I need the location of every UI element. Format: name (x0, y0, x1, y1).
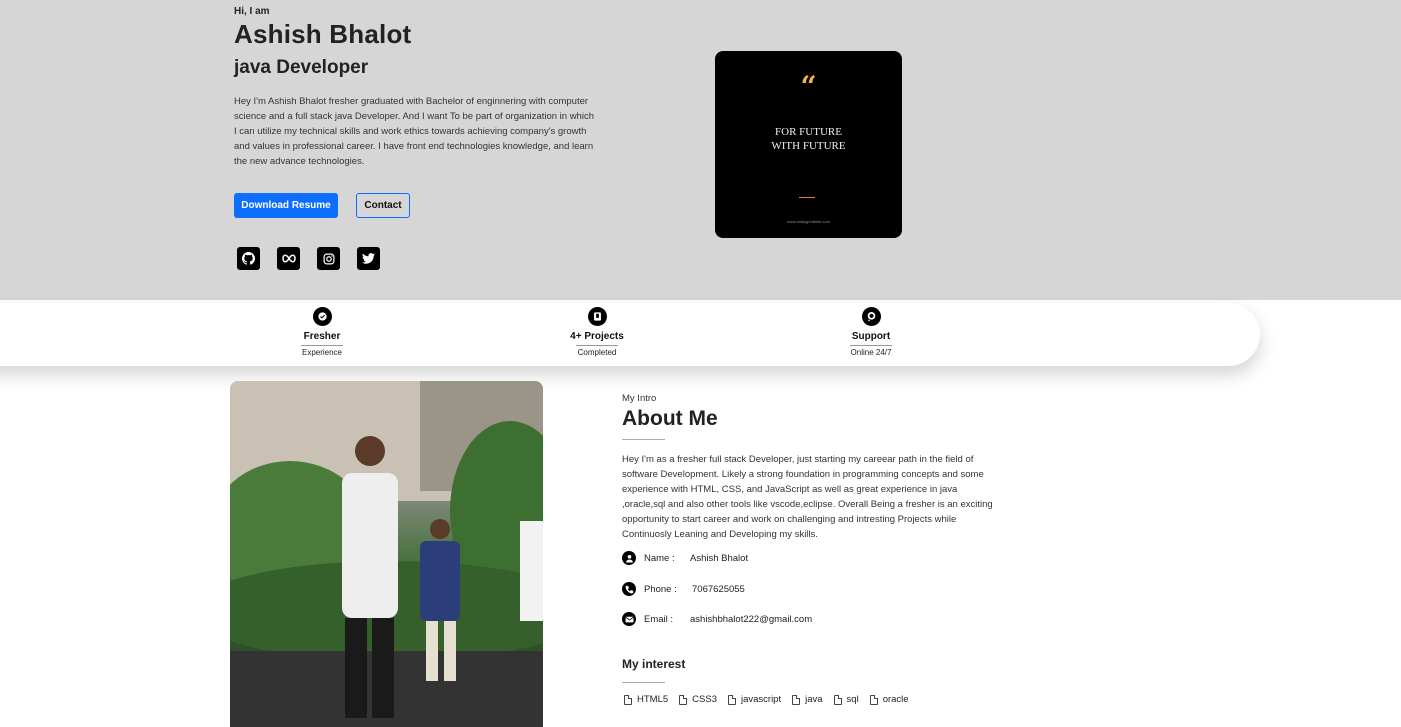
social-links (237, 247, 380, 270)
interest-label: CSS3 (692, 694, 717, 705)
info-value: ashishbhalot222@gmail.com (690, 613, 813, 625)
quote-site: www.reallygreatsite.com (786, 219, 831, 224)
stat-subtitle: Completed (577, 348, 617, 357)
file-icon (727, 694, 736, 705)
interest-item: CSS3 (679, 694, 717, 705)
stat-divider (576, 345, 618, 346)
file-icon (679, 694, 688, 705)
stat-divider (850, 345, 892, 346)
stat-experience: Fresher Experience (262, 307, 382, 357)
interest-label: sql (846, 694, 859, 705)
info-email: Email : ashishbhalot222@gmail.com (622, 612, 812, 626)
info-value: Ashish Bhalot (690, 552, 749, 564)
stat-subtitle: Online 24/7 (850, 348, 892, 357)
stat-title: Fresher (303, 331, 341, 342)
quote-divider (799, 197, 815, 198)
stat-title: 4+ Projects (570, 331, 624, 342)
info-name: Name : Ashish Bhalot (622, 551, 748, 565)
info-label: Email : (644, 613, 674, 625)
quote-line-1: FOR FUTURE (775, 126, 842, 138)
interest-item: oracle (869, 694, 909, 705)
support-icon (861, 307, 881, 326)
interest-title: My interest (622, 657, 686, 671)
stat-subtitle: Experience (301, 348, 343, 357)
stat-title: Support (851, 331, 891, 342)
instagram-icon[interactable] (317, 247, 340, 270)
interest-list: HTML5 CSS3 javascript java sql oracle (624, 694, 909, 705)
stat-divider (301, 345, 343, 346)
about-text: Hey I'm as a fresher full stack Develope… (622, 454, 993, 540)
github-icon[interactable] (237, 247, 260, 270)
phone-icon (622, 582, 636, 596)
mail-icon (622, 612, 636, 626)
hero-name: Ashish Bhalot (234, 19, 412, 49)
quote-line-2: WITH FUTURE (771, 140, 846, 152)
contact-button[interactable]: Contact (356, 193, 410, 218)
stat-projects: 4+ Projects Completed (537, 307, 657, 357)
hero-bio: Hey I'm Ashish Bhalot fresher graduated … (234, 96, 594, 167)
interest-item: javascript (727, 694, 782, 705)
file-icon (833, 694, 842, 705)
quote-mark: “ (800, 70, 817, 103)
file-icon (624, 694, 632, 705)
stat-support: Support Online 24/7 (811, 307, 931, 357)
about-divider (622, 439, 665, 440)
interest-label: java (805, 694, 823, 705)
interest-item: java (792, 694, 823, 705)
about-title: About Me (622, 407, 718, 430)
user-icon (622, 551, 636, 565)
quote-text: FOR FUTURE WITH FUTURE (715, 125, 902, 153)
hero-role: java Developer (234, 57, 369, 78)
hero-section: Hi, I am Ashish Bhalot java Developer He… (0, 0, 1401, 300)
info-label: Name : (644, 552, 675, 564)
interest-item: HTML5 (624, 694, 668, 705)
file-icon (792, 694, 801, 705)
quote-image: “ FOR FUTURE WITH FUTURE www.reallygreat… (715, 51, 902, 238)
info-label: Phone : (644, 583, 677, 595)
interest-label: javascript (740, 694, 782, 705)
profile-photo (230, 381, 543, 727)
badge-icon (312, 307, 332, 326)
info-value: 7067625055 (692, 583, 745, 595)
interest-item: sql (833, 694, 859, 705)
folder-icon (587, 307, 607, 326)
download-resume-button[interactable]: Download Resume (234, 193, 338, 218)
info-phone: Phone : 7067625055 (622, 582, 745, 596)
greeting-text: Hi, I am (234, 6, 270, 17)
file-icon (869, 694, 878, 705)
interest-label: oracle (882, 694, 909, 705)
intro-label: My Intro (622, 393, 657, 404)
interest-divider (622, 682, 665, 683)
interest-label: HTML5 (637, 694, 669, 705)
meta-icon[interactable] (277, 247, 300, 270)
twitter-icon[interactable] (357, 247, 380, 270)
